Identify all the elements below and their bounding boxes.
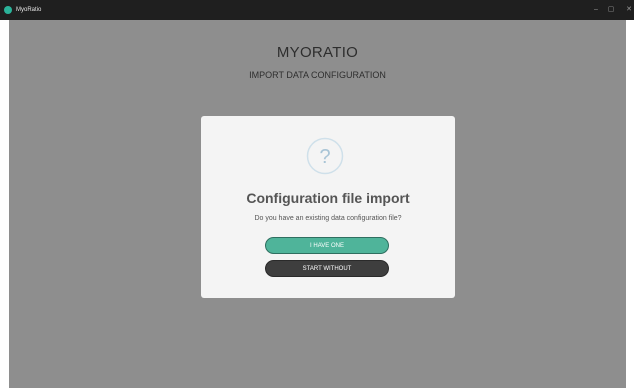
page-title: MYORATIO — [276, 44, 359, 61]
question-mark-glyph: ? — [319, 146, 330, 168]
close-icon[interactable]: ✕ — [621, 0, 634, 20]
window-title: MyoRatio — [16, 7, 42, 13]
page-subtitle: IMPORT DATA CONFIGURATION — [249, 70, 386, 80]
app-window: MyoRatio – ▢ ✕ MYORATIO IMPORT DATA CONF… — [0, 0, 634, 390]
maximize-icon[interactable]: ▢ — [603, 0, 619, 20]
i-have-one-button[interactable]: I HAVE ONE — [265, 237, 389, 254]
dialog-title: Configuration file import — [246, 190, 410, 206]
title-bar: MyoRatio – ▢ ✕ — [0, 0, 634, 20]
import-dialog: ? Configuration file import Do you have … — [201, 116, 455, 298]
start-without-button[interactable]: START WITHOUT — [265, 260, 389, 277]
app-logo-icon — [4, 6, 12, 14]
dialog-message: Do you have an existing data configurati… — [254, 215, 402, 222]
main-content-overlay: MYORATIO IMPORT DATA CONFIGURATION ? Con… — [9, 20, 626, 388]
minimize-icon[interactable]: – — [588, 0, 604, 20]
question-circle-icon: ? — [306, 137, 344, 175]
